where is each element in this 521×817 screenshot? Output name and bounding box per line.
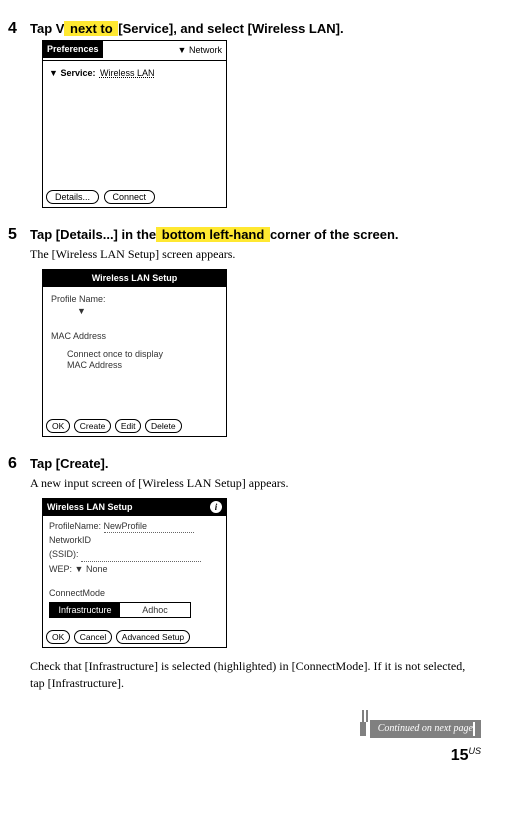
service-label: Service: [60,68,95,78]
step-desc: A new input screen of [Wireless LAN Setu… [30,475,481,492]
chevron-down-icon: ▼ [49,68,58,78]
ok-button[interactable]: OK [46,630,70,644]
profile-name-input[interactable]: NewProfile [104,520,194,534]
ok-button[interactable]: OK [46,419,70,433]
highlight: bottom left-hand [156,227,270,242]
chevron-down-icon: ▼ [178,45,187,55]
mac-label: MAC Address [51,330,218,343]
ssid-label: (SSID): [49,549,79,559]
title-pre: Tap V [30,21,64,36]
step-6: 6 Tap [Create]. A new input screen of [W… [30,455,481,692]
profile-name-label: Profile Name: [51,293,218,306]
window-title: Wireless LAN Setup [43,270,226,287]
step-number: 4 [8,18,17,40]
chevron-down-icon[interactable]: ▼ [75,564,84,574]
continued-wrap: Continued on next page [30,710,481,729]
step-title: Tap V next to [Service], and select [Wir… [30,20,481,38]
step-number: 5 [8,224,17,246]
ssid-input[interactable] [81,548,201,562]
connectmode-tabs: Infrastructure Adhoc [49,602,191,619]
tab-adhoc[interactable]: Adhoc [120,603,190,618]
mac-sub2: MAC Address [67,360,218,372]
highlight: next to [64,21,118,36]
create-button[interactable]: Create [74,419,112,433]
check-text: Check that [Infrastructure] is selected … [30,658,481,692]
mac-sub1: Connect once to display [67,349,218,361]
title-post: [Service], and select [Wireless LAN]. [118,21,343,36]
profile-name-label: ProfileName: [49,521,101,531]
advanced-setup-button[interactable]: Advanced Setup [116,630,190,644]
step-5: 5 Tap [Details...] in the bottom left-ha… [30,226,481,437]
delete-button[interactable]: Delete [145,419,182,433]
tab-infrastructure[interactable]: Infrastructure [50,603,120,618]
network-dropdown[interactable]: ▼ Network [178,44,222,57]
step-number: 6 [8,453,17,475]
title-post: corner of the screen. [270,227,399,242]
details-button[interactable]: Details... [46,190,99,204]
cancel-button[interactable]: Cancel [74,630,112,644]
title-pre: Tap [Details...] in the [30,227,156,242]
continued-badge: Continued on next page [370,720,481,738]
step-title: Tap [Details...] in the bottom left-hand… [30,226,481,244]
window-title: Preferences [43,41,103,58]
wep-label: WEP: [49,564,72,574]
networkid-label: NetworkID [49,534,220,547]
info-icon[interactable]: i [210,501,222,513]
step-title: Tap [Create]. [30,455,481,473]
service-value[interactable]: Wireless LAN [98,68,157,78]
chevron-down-icon[interactable]: ▼ [77,305,218,318]
connectmode-label: ConnectMode [49,587,220,600]
page-number: 15US [30,745,481,767]
window-title: Wireless LAN Setup [47,501,132,514]
step-desc: The [Wireless LAN Setup] screen appears. [30,246,481,263]
screenshot-preferences: Preferences ▼ Network ▼ Service: Wireles… [42,40,227,208]
step-4: 4 Tap V next to [Service], and select [W… [30,20,481,208]
screenshot-wlan-setup: Wireless LAN Setup Profile Name: ▼ MAC A… [42,269,227,437]
screenshot-wlan-create: Wireless LAN Setup i ProfileName: NewPro… [42,498,227,648]
connect-button[interactable]: Connect [104,190,156,204]
edit-button[interactable]: Edit [115,419,142,433]
wep-value: None [86,564,108,574]
